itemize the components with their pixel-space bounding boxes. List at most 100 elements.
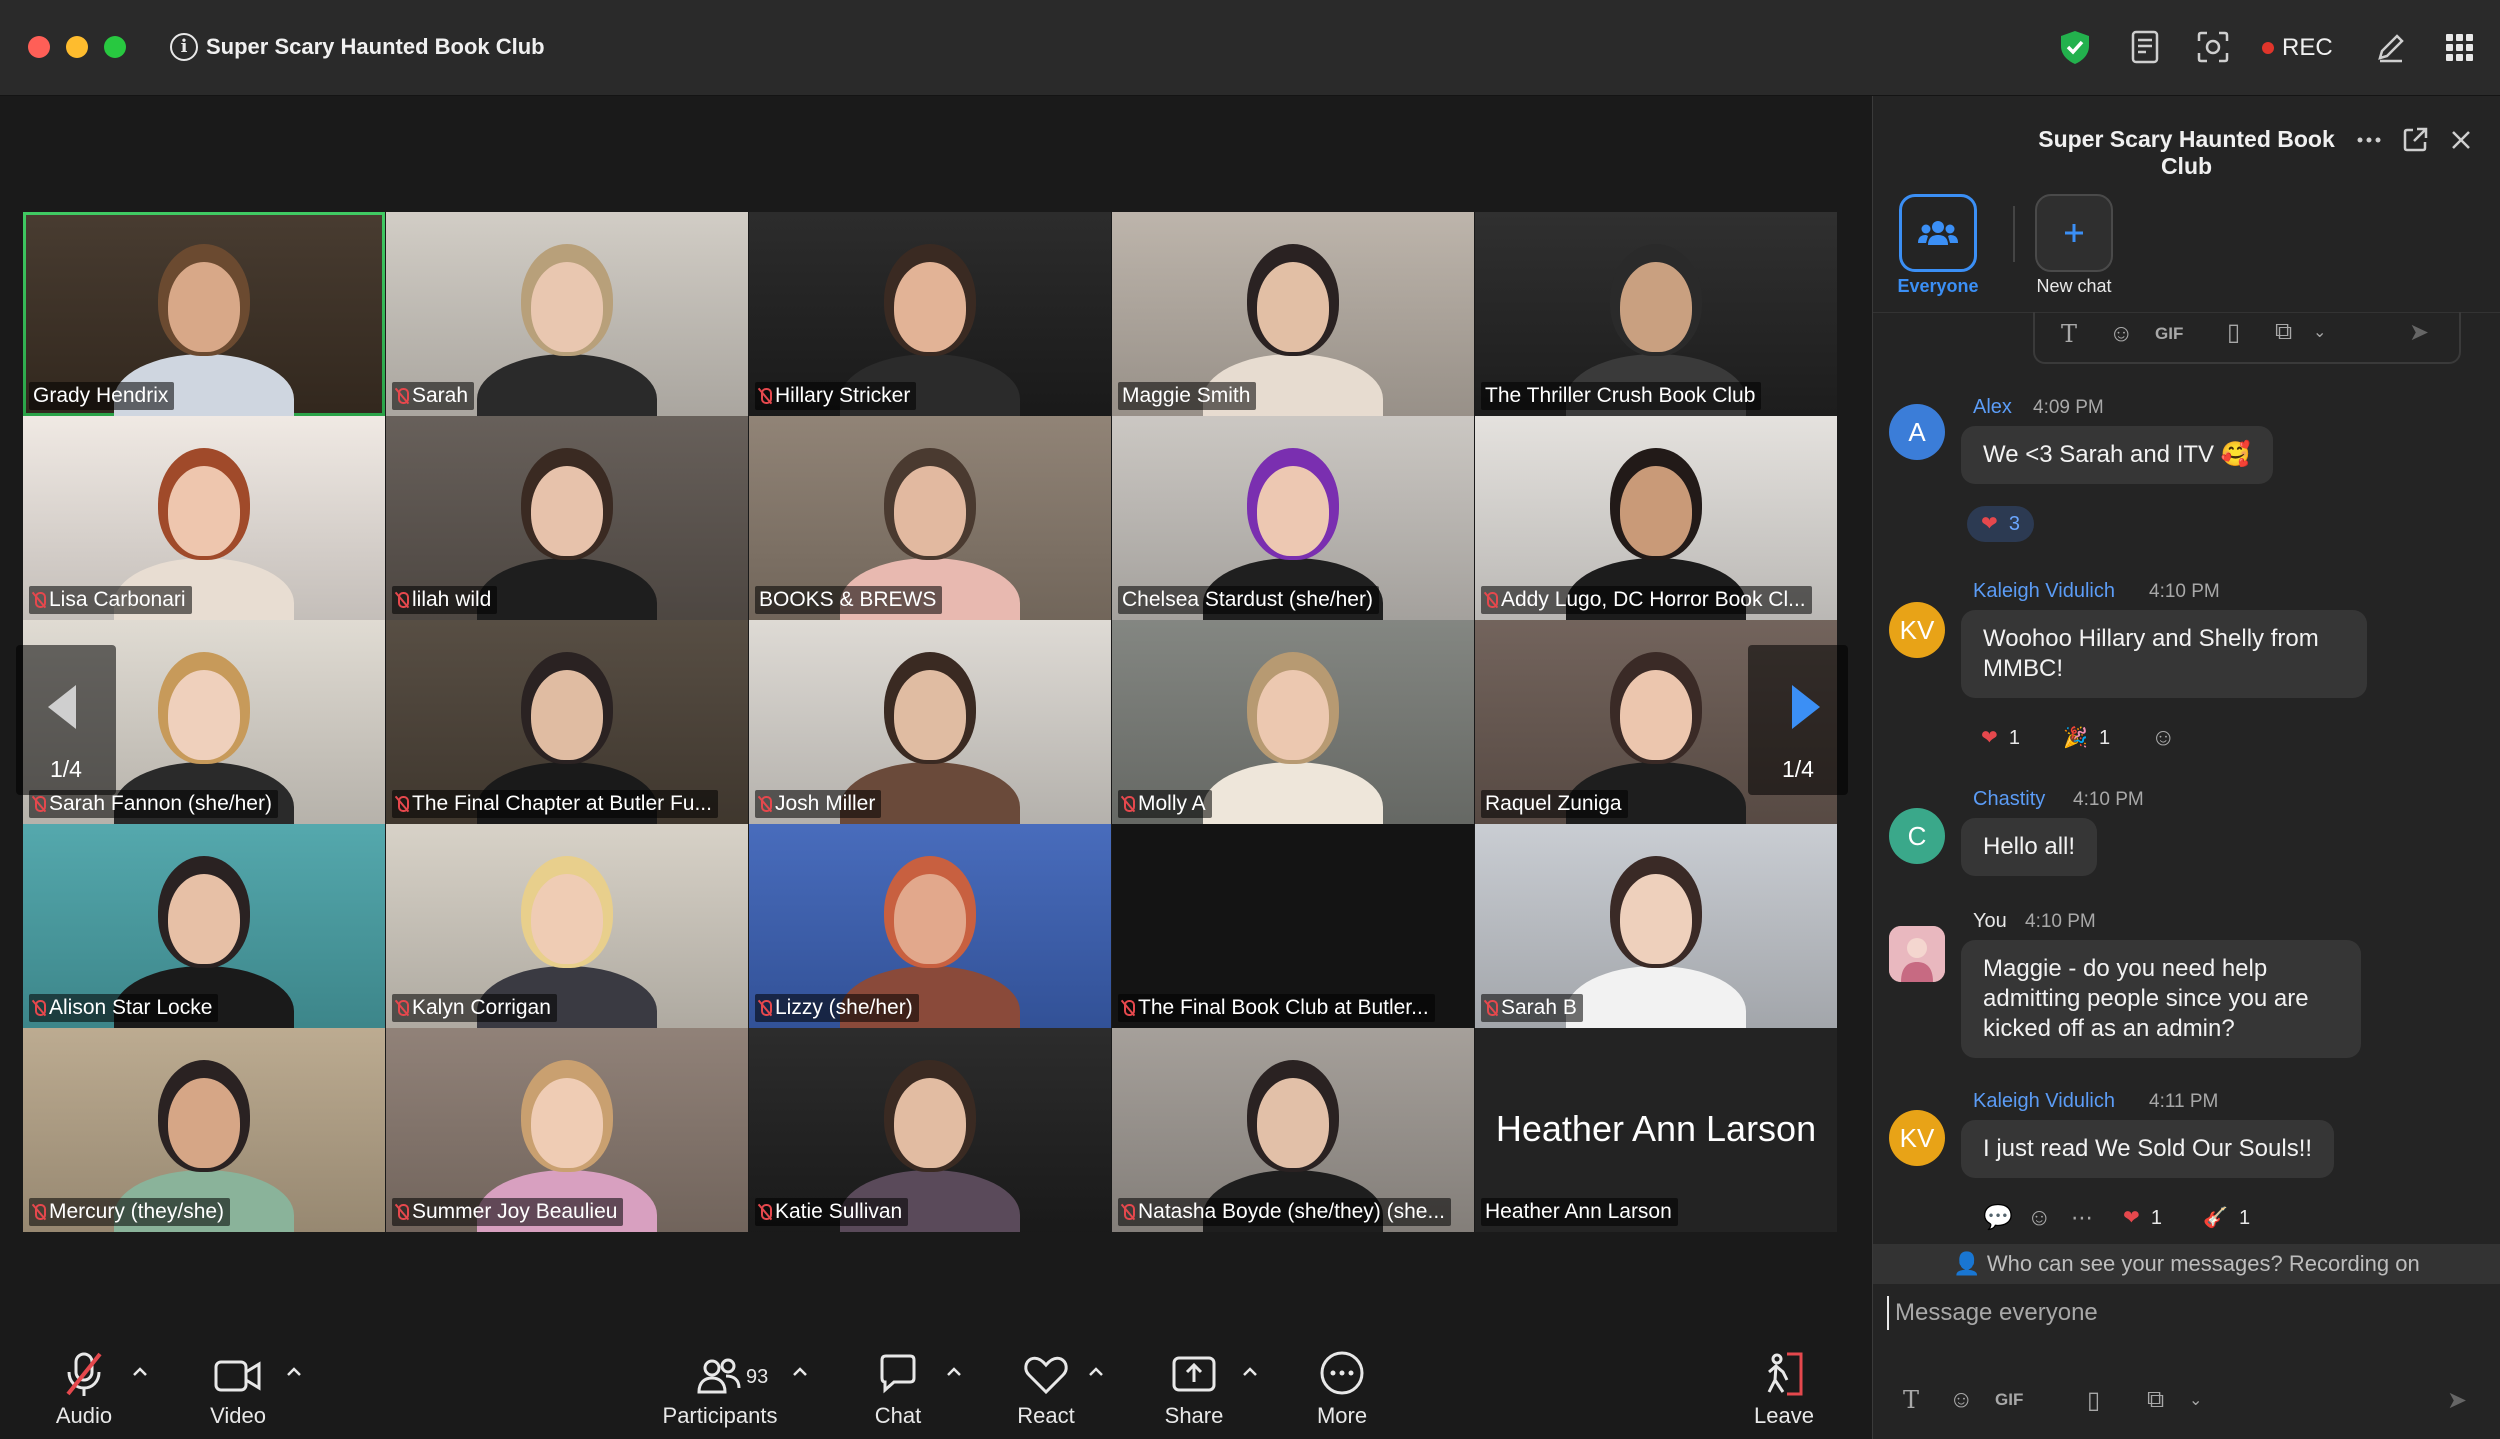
arrow-left-icon xyxy=(48,685,76,729)
file-icon[interactable]: ▯ xyxy=(2227,318,2240,347)
send-icon[interactable]: ➤ xyxy=(2409,318,2429,347)
video-tile[interactable]: Grady Hendrix xyxy=(23,212,385,416)
message-time: 4:11 PM xyxy=(2149,1091,2219,1112)
message-input[interactable] xyxy=(1887,1296,2480,1330)
share-button[interactable]: Share xyxy=(1134,1330,1254,1439)
video-tile[interactable]: Sarah xyxy=(386,212,748,416)
message-text: Woohoo Hillary and Shelly from MMBC! xyxy=(1961,610,2367,698)
video-tile[interactable]: Hillary Stricker xyxy=(749,212,1111,416)
video-tile[interactable]: Lizzy (she/her) xyxy=(749,824,1111,1028)
audio-options-chevron-icon[interactable] xyxy=(128,1360,152,1384)
participant-name-label: lilah wild xyxy=(392,586,498,614)
avatar[interactable] xyxy=(1889,926,1945,982)
video-tile[interactable]: Mercury (they/she) xyxy=(23,1028,385,1232)
notes-icon[interactable] xyxy=(2126,28,2164,66)
video-tile[interactable]: Katie Sullivan xyxy=(749,1028,1111,1232)
message-sender[interactable]: You xyxy=(1973,910,2007,933)
chat-button[interactable]: Chat xyxy=(838,1330,958,1439)
video-button[interactable]: Video xyxy=(178,1330,298,1439)
message-sender[interactable]: Chastity xyxy=(1973,788,2045,811)
video-tile[interactable]: lilah wild xyxy=(386,416,748,620)
leave-button[interactable]: Leave xyxy=(1724,1330,1844,1439)
gif-button[interactable]: GIF xyxy=(1995,1390,2023,1410)
reaction-heart[interactable]: ❤ 1 xyxy=(2109,1200,2176,1236)
share-options-chevron-icon[interactable] xyxy=(1238,1360,1262,1384)
video-tile[interactable]: The Final Book Club at Butler... xyxy=(1112,824,1474,1028)
reaction-party[interactable]: 🎉 1 xyxy=(2049,720,2124,756)
avatar[interactable]: A xyxy=(1889,404,1945,460)
leave-label: Leave xyxy=(1754,1403,1814,1428)
message-sender[interactable]: Alex xyxy=(1973,396,2012,419)
arrow-right-icon xyxy=(1792,685,1820,729)
avatar[interactable]: KV xyxy=(1889,602,1945,658)
react-options-chevron-icon[interactable] xyxy=(1084,1360,1108,1384)
apps-focus-icon[interactable] xyxy=(2194,28,2232,66)
reply-format-bar: T ☺ GIF ▯ ⧉ ⌄ ➤ xyxy=(2033,312,2461,364)
video-tile[interactable]: Summer Joy Beaulieu xyxy=(386,1028,748,1232)
minimize-window-button[interactable] xyxy=(66,36,88,58)
reaction-heart[interactable]: ❤ 1 xyxy=(1967,720,2034,756)
recording-label[interactable]: REC xyxy=(2282,34,2333,62)
close-chat-icon[interactable] xyxy=(2445,124,2477,156)
zoom-window-button[interactable] xyxy=(104,36,126,58)
participant-name: Raquel Zuniga xyxy=(1485,792,1622,815)
participant-face xyxy=(1620,670,1692,760)
screenshot-chevron-icon[interactable]: ⌄ xyxy=(2189,1390,2202,1410)
file-icon[interactable]: ▯ xyxy=(2087,1386,2100,1415)
message-sender[interactable]: Kaleigh Vidulich xyxy=(1973,580,2115,603)
text-format-icon[interactable]: T xyxy=(2061,320,2077,348)
react-button[interactable]: React xyxy=(986,1330,1106,1439)
video-tile[interactable]: Maggie Smith xyxy=(1112,212,1474,416)
participant-name-label: The Final Chapter at Butler Fu... xyxy=(392,790,718,818)
send-icon[interactable]: ➤ xyxy=(2447,1386,2467,1415)
more-button[interactable]: More xyxy=(1282,1330,1402,1439)
video-tile[interactable]: BOOKS & BREWS xyxy=(749,416,1111,620)
grid-view-icon[interactable] xyxy=(2440,28,2478,66)
text-format-icon[interactable]: T xyxy=(1903,1386,1919,1414)
next-page-button[interactable]: 1/4 xyxy=(1748,645,1848,795)
video-tile[interactable]: Josh Miller xyxy=(749,620,1111,824)
participants-options-chevron-icon[interactable] xyxy=(788,1360,812,1384)
meeting-info-icon[interactable]: i xyxy=(170,33,198,61)
message-sender[interactable]: Kaleigh Vidulich xyxy=(1973,1090,2115,1113)
video-tile[interactable]: Molly A xyxy=(1112,620,1474,824)
chat-options-chevron-icon[interactable] xyxy=(942,1360,966,1384)
previous-page-button[interactable]: 1/4 xyxy=(16,645,116,795)
close-window-button[interactable] xyxy=(28,36,50,58)
audio-button[interactable]: Audio xyxy=(24,1330,144,1439)
avatar[interactable]: KV xyxy=(1889,1110,1945,1166)
pop-out-chat-icon[interactable] xyxy=(2399,124,2431,156)
reaction-guitar[interactable]: 🎸 1 xyxy=(2189,1200,2264,1236)
video-tile[interactable]: Lisa Carbonari xyxy=(23,416,385,620)
video-tile[interactable]: Natasha Boyde (she/they) (she... xyxy=(1112,1028,1474,1232)
video-tile[interactable]: Chelsea Stardust (she/her) xyxy=(1112,416,1474,620)
participant-face xyxy=(531,670,603,760)
video-tile[interactable]: The Thriller Crush Book Club xyxy=(1475,212,1837,416)
video-tile[interactable]: The Final Chapter at Butler Fu... xyxy=(386,620,748,824)
participant-name: The Final Book Club at Butler... xyxy=(1138,996,1429,1019)
avatar[interactable]: C xyxy=(1889,808,1945,864)
video-tile[interactable]: Addy Lugo, DC Horror Book Cl... xyxy=(1475,416,1837,620)
video-options-chevron-icon[interactable] xyxy=(282,1360,306,1384)
message-visibility-notice[interactable]: 👤 Who can see your messages? Recording o… xyxy=(1873,1244,2500,1284)
participant-name: BOOKS & BREWS xyxy=(759,588,937,611)
message-more-icon[interactable]: ⋯ xyxy=(2057,1200,2107,1236)
security-shield-icon[interactable] xyxy=(2056,28,2094,66)
new-chat-button[interactable] xyxy=(2035,194,2113,272)
emoji-icon[interactable]: ☺ xyxy=(1949,1386,1974,1414)
video-tile[interactable]: Alison Star Locke xyxy=(23,824,385,1028)
gif-button[interactable]: GIF xyxy=(2155,324,2183,344)
annotate-pencil-icon[interactable] xyxy=(2372,28,2410,66)
video-tile[interactable]: Kalyn Corrigan xyxy=(386,824,748,1028)
video-tile[interactable]: Heather Ann Larson Heather Ann Larson xyxy=(1475,1028,1837,1232)
emoji-icon[interactable]: ☺ xyxy=(2109,320,2134,348)
screenshot-icon[interactable]: ⧉ xyxy=(2275,318,2292,346)
reaction-heart[interactable]: ❤ 3 xyxy=(1967,506,2035,542)
chat-more-options-icon[interactable] xyxy=(2353,124,2385,156)
add-reaction-icon[interactable]: ☺ xyxy=(2137,720,2190,756)
screenshot-chevron-icon[interactable]: ⌄ xyxy=(2313,322,2326,342)
chat-target-everyone[interactable] xyxy=(1899,194,1977,272)
participant-name: Sarah xyxy=(412,384,469,407)
video-tile[interactable]: Sarah B xyxy=(1475,824,1837,1028)
screenshot-icon[interactable]: ⧉ xyxy=(2147,1386,2164,1414)
